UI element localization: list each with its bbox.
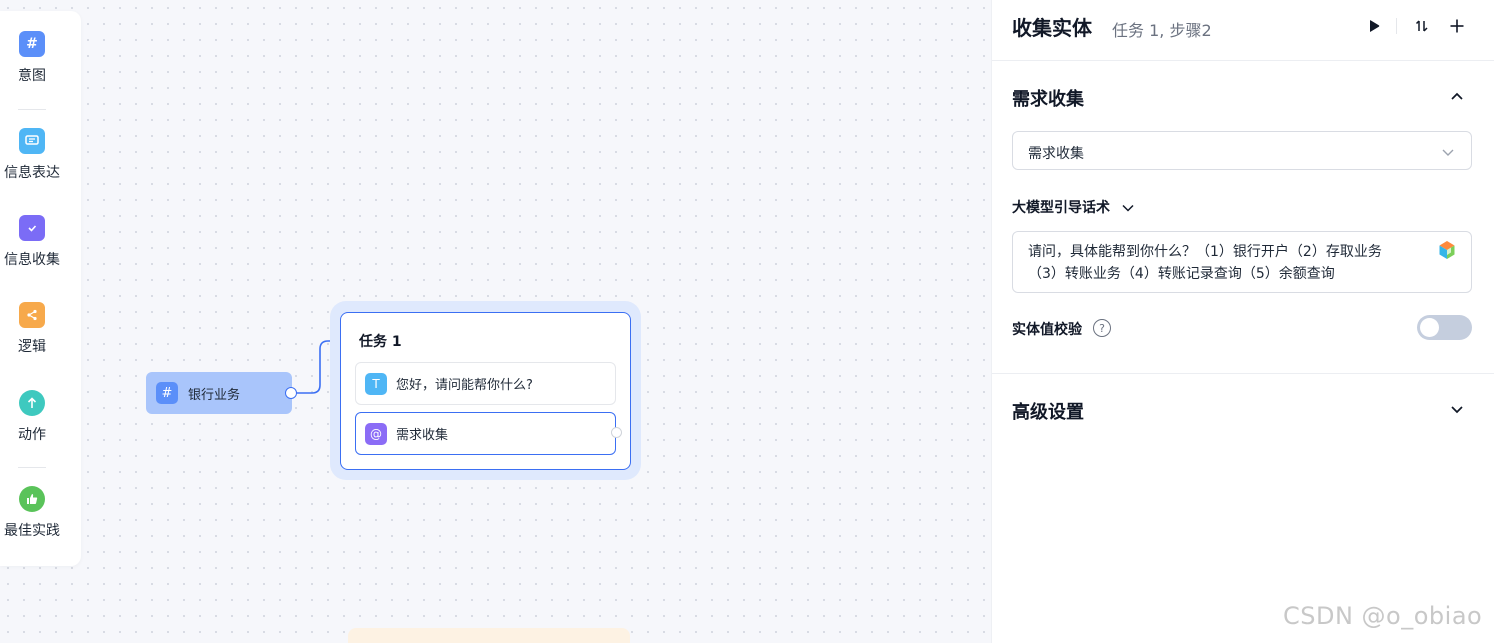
task-step-collect[interactable]: @ 需求收集 [355,412,616,455]
prompt-label-text: 大模型引导话术 [1012,200,1110,216]
task-step-label: 需求收集 [396,428,449,443]
play-icon[interactable] [1362,14,1386,38]
panel-header: 收集实体 任务 1, 步骤2 [992,0,1494,61]
help-icon[interactable]: ? [1093,319,1111,337]
ai-generate-icon[interactable] [1437,240,1457,260]
prompt-textarea[interactable]: 请问，具体能帮到你什么？（1）银行开户（2）存取业务（3）转账业务（4）转账记录… [1012,231,1472,293]
task-node-title: 任务 1 [359,334,402,350]
chevron-up-icon[interactable] [1447,86,1467,106]
header-divider [1396,18,1397,34]
hash-icon: # [156,382,178,404]
entity-select[interactable]: 需求收集 [1012,131,1472,170]
section-divider [992,373,1494,374]
chevron-down-icon [1442,149,1454,156]
watermark: CSDN @o_obiao [1283,602,1483,630]
section-title-collect: 需求收集 [1012,89,1084,110]
properties-panel: 收集实体 任务 1, 步骤2 需求收集 需求收集 大模型引导话术 请问，具体能帮… [991,0,1494,643]
at-icon: @ [365,422,387,445]
entity-verify-toggle[interactable] [1417,315,1472,340]
toggle-knob [1420,318,1439,337]
step-output-port[interactable] [611,427,622,438]
entity-verify-label: 实体值校验 [1012,322,1082,338]
intent-node[interactable]: # 银行业务 [146,372,292,414]
entity-select-value: 需求收集 [1028,146,1084,162]
sort-icon[interactable] [1410,14,1434,38]
prompt-text: 请问，具体能帮到你什么？（1）银行开户（2）存取业务（3）转账业务（4）转账记录… [1028,244,1382,282]
task-step-label: 您好，请问能帮你什么? [396,378,533,393]
section-title-advanced: 高级设置 [1012,402,1084,423]
intent-node-label: 银行业务 [188,387,241,403]
prompt-label[interactable]: 大模型引导话术 [1012,197,1135,217]
intent-output-port[interactable] [285,387,297,399]
flow-canvas[interactable]: # 意图 信息表达 信息收集 逻辑 动作 最佳实践 # 银行业务 任务 1 T … [0,0,991,643]
chevron-down-icon [1122,204,1134,212]
chevron-down-icon[interactable] [1447,399,1467,419]
plus-icon[interactable] [1445,14,1469,38]
task-node[interactable]: 任务 1 T 您好，请问能帮你什么? @ 需求收集 [340,312,631,470]
panel-title: 收集实体 [1012,16,1092,40]
partial-node [348,628,630,643]
text-icon: T [365,372,387,395]
task-step-message[interactable]: T 您好，请问能帮你什么? [355,362,616,405]
panel-subtitle: 任务 1, 步骤2 [1112,21,1212,40]
